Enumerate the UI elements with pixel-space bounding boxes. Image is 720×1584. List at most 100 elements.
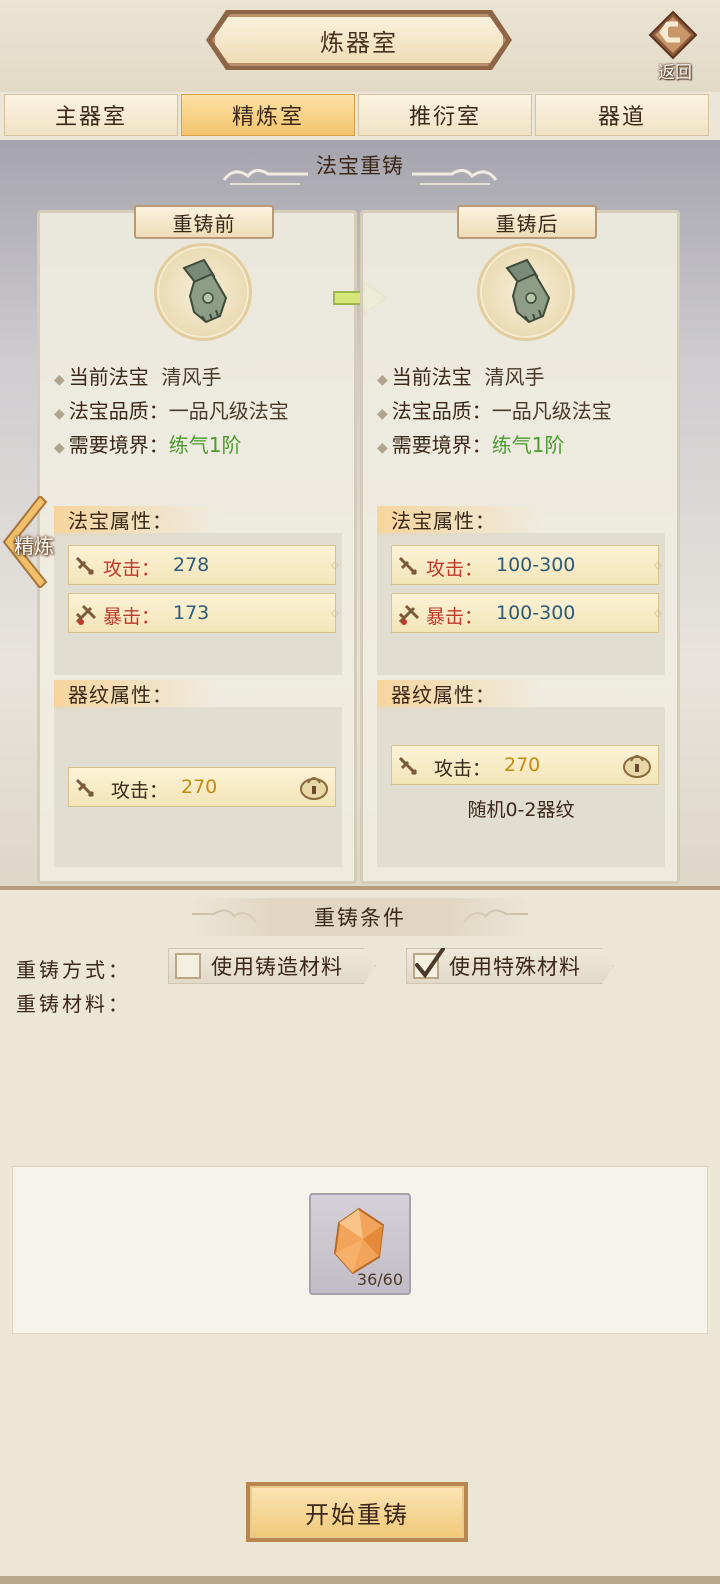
bottom-border xyxy=(0,1576,720,1584)
pattern-attr-heading: 器纹属性： xyxy=(54,680,218,710)
option-special-material[interactable]: 使用特殊材料 xyxy=(406,948,614,984)
quality-label: 法宝品质： xyxy=(391,399,492,423)
attr-value: 278 xyxy=(173,554,210,576)
diamond-bullet-icon: ◆ xyxy=(377,372,388,388)
diamond-bullet-icon: ◆ xyxy=(54,372,65,388)
option-label: 使用铸造材料 xyxy=(211,955,343,979)
attr-row-crit: 暴击： 173 ◇ xyxy=(68,593,339,633)
section-title: 法宝重铸 xyxy=(316,154,404,178)
tab-artifact-dao[interactable]: 器道 xyxy=(535,94,709,136)
attr-row-crit: 暴击： 100-300 ◇ xyxy=(391,593,662,633)
diamond-bullet-icon: ◆ xyxy=(54,406,65,422)
artifact-attr-box: 攻击： 278 ◇ 暴击： 173 ◇ xyxy=(54,533,342,675)
realm-row: ◆ 需要境界：练气1阶 xyxy=(54,429,242,458)
realm-value: 练气1阶 xyxy=(491,433,565,457)
lock-icon[interactable] xyxy=(299,773,329,801)
recast-material-label: 重铸材料： xyxy=(16,992,131,1016)
current-artifact-value: 清风手 xyxy=(484,365,545,389)
realm-label: 需要境界： xyxy=(68,433,169,457)
pattern-row-attack: 攻击： 270 xyxy=(68,767,336,807)
pattern-value: 270 xyxy=(504,754,541,776)
current-artifact-label: 当前法宝 xyxy=(391,365,472,389)
current-artifact-row: ◆ 当前法宝 清风手 xyxy=(377,361,545,390)
sword-icon xyxy=(398,556,418,576)
artifact-slot[interactable] xyxy=(477,243,575,341)
realm-value: 练气1阶 xyxy=(168,433,242,457)
pattern-label: 攻击： xyxy=(434,758,492,780)
diamond-bullet-icon: ◆ xyxy=(377,440,388,456)
pattern-attr-box: 攻击： 270 随机0-2器纹 xyxy=(377,707,665,867)
attr-label: 攻击： xyxy=(103,558,161,580)
pattern-row-attack: 攻击： 270 xyxy=(391,745,659,785)
pattern-attr-heading: 器纹属性： xyxy=(377,680,541,710)
orange-crystal-icon xyxy=(333,1207,385,1275)
pattern-value: 270 xyxy=(181,776,218,798)
diamond-bullet-icon: ◆ xyxy=(54,440,65,456)
ornament-dot-icon: ◇ xyxy=(654,560,662,571)
recast-conditions-panel: 重铸条件 重铸方式： 重铸材料： 使用铸造材料 使用特殊材料 36/60 开始重… xyxy=(0,886,720,1584)
refine-side-tab[interactable]: 精炼 xyxy=(0,496,54,588)
attr-value: 173 xyxy=(173,602,210,624)
diamond-bullet-icon: ◆ xyxy=(377,406,388,422)
tab-main-room[interactable]: 主器室 xyxy=(4,94,178,136)
checkbox[interactable] xyxy=(413,953,439,979)
attr-value: 100-300 xyxy=(496,554,576,576)
crit-icon xyxy=(398,604,420,625)
material-slot[interactable]: 36/60 xyxy=(309,1193,411,1295)
ornament-dot-icon: ◇ xyxy=(331,608,339,619)
ornament-dot-icon: ◇ xyxy=(654,608,662,619)
after-heading: 重铸后 xyxy=(457,205,597,239)
quality-row: ◆ 法宝品质：一品凡级法宝 xyxy=(54,395,289,424)
back-button[interactable]: 返回 xyxy=(638,8,712,83)
lock-icon[interactable] xyxy=(622,751,652,779)
attr-label: 暴击： xyxy=(426,606,484,628)
recast-method-label: 重铸方式： xyxy=(16,958,131,982)
crit-icon xyxy=(75,604,97,625)
quality-value: 一品凡级法宝 xyxy=(491,399,612,423)
attr-row-attack: 攻击： 100-300 ◇ xyxy=(391,545,662,585)
ornament-dot-icon: ◇ xyxy=(331,560,339,571)
page-title: 炼器室 xyxy=(212,14,506,66)
quality-label: 法宝品质： xyxy=(68,399,169,423)
attr-label: 暴击： xyxy=(103,606,161,628)
start-recast-button[interactable]: 开始重铸 xyxy=(246,1482,468,1542)
attr-label: 攻击： xyxy=(426,558,484,580)
checkbox[interactable] xyxy=(175,953,201,979)
current-artifact-value: 清风手 xyxy=(161,365,222,389)
return-icon xyxy=(648,10,698,60)
before-heading: 重铸前 xyxy=(134,205,274,239)
refine-side-label: 精炼 xyxy=(14,534,54,558)
sword-icon xyxy=(398,756,418,776)
tab-deduce-room[interactable]: 推衍室 xyxy=(358,94,532,136)
after-recast-card: 重铸后 ◆ 当前法宝 清风手 ◆ 法宝品质：一品凡级法宝 ◆ 需要境界：练气1阶 法宝… xyxy=(360,205,680,884)
artifact-attr-heading: 法宝属性： xyxy=(54,506,218,536)
header-bar: 炼器室 返回 xyxy=(0,0,720,92)
gauntlet-icon xyxy=(182,258,228,324)
gauntlet-icon xyxy=(505,258,551,324)
attr-value: 100-300 xyxy=(496,602,576,624)
artifact-attr-heading: 法宝属性： xyxy=(377,506,541,536)
material-area: 36/60 xyxy=(12,1166,708,1334)
realm-label: 需要境界： xyxy=(391,433,492,457)
quality-value: 一品凡级法宝 xyxy=(168,399,289,423)
attr-row-attack: 攻击： 278 ◇ xyxy=(68,545,339,585)
conditions-title: 重铸条件 xyxy=(190,898,530,936)
option-forging-material[interactable]: 使用铸造材料 xyxy=(168,948,376,984)
pattern-attr-box: 攻击： 270 xyxy=(54,707,342,867)
material-count: 36/60 xyxy=(356,1270,403,1289)
artifact-slot[interactable] xyxy=(154,243,252,341)
sword-icon xyxy=(75,778,95,798)
checkmark-icon xyxy=(413,947,445,979)
realm-row: ◆ 需要境界：练气1阶 xyxy=(377,429,565,458)
current-artifact-row: ◆ 当前法宝 清风手 xyxy=(54,361,222,390)
back-label: 返回 xyxy=(658,63,692,83)
recast-panel: 法宝重铸 重铸前 ◆ 当前法宝 清风手 ◆ 法宝品质：一品凡级法宝 ◆ 需要境界：练气… xyxy=(0,140,720,886)
artifact-attr-box: 攻击： 100-300 ◇ 暴击： 100-300 ◇ xyxy=(377,533,665,675)
quality-row: ◆ 法宝品质：一品凡级法宝 xyxy=(377,395,612,424)
random-pattern-note: 随机0-2器纹 xyxy=(467,799,575,821)
option-label: 使用特殊材料 xyxy=(449,955,581,979)
before-recast-card: 重铸前 ◆ 当前法宝 清风手 ◆ 法宝品质：一品凡级法宝 ◆ 需要境界：练气1阶 法宝… xyxy=(37,205,357,884)
tab-refine-room[interactable]: 精炼室 xyxy=(181,94,355,136)
tab-bar: 主器室 精炼室 推衍室 器道 xyxy=(0,92,720,140)
pattern-label: 攻击： xyxy=(111,780,169,802)
